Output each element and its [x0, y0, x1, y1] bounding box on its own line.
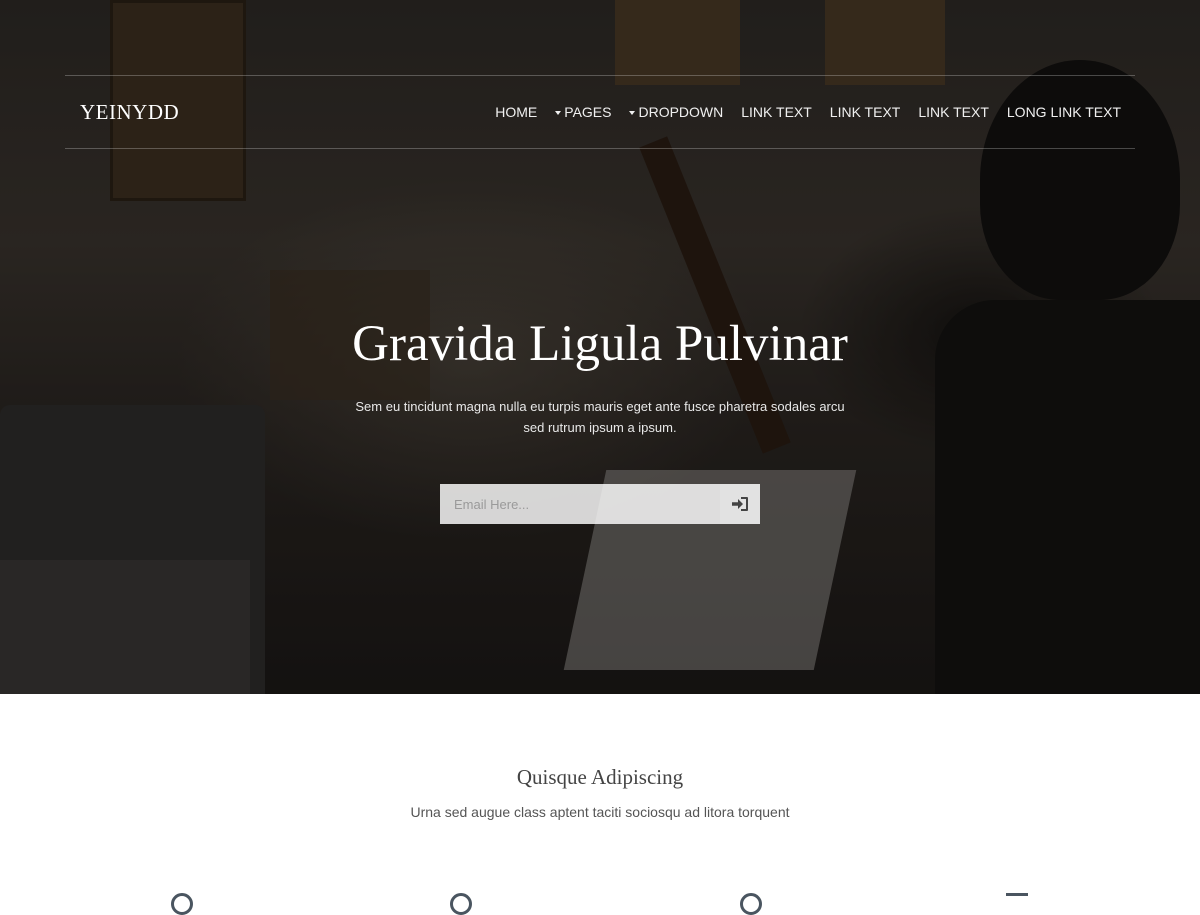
nav-label: LINK TEXT [741, 104, 812, 120]
nav-label: LINK TEXT [918, 104, 989, 120]
nav-long-link-text[interactable]: LONG LINK TEXT [1007, 104, 1121, 120]
nav-link-text-3[interactable]: LINK TEXT [918, 104, 989, 120]
nav-label: DROPDOWN [638, 104, 724, 120]
email-input[interactable] [440, 484, 720, 524]
nav-label: LONG LINK TEXT [1006, 104, 1121, 120]
nav-link-text-1[interactable]: LINK TEXT [741, 104, 812, 120]
nav-label: PAGES [564, 104, 612, 120]
hero-section: YEINYDD HOME PAGES DROPDOWN LINK TEXT LI… [0, 0, 1200, 694]
caret-down-icon [629, 110, 636, 115]
feature-circle-icon [450, 893, 472, 915]
nav-home[interactable]: HOME [495, 104, 537, 120]
nav-link-text-2[interactable]: LINK TEXT [830, 104, 901, 120]
section-subtitle: Urna sed augue class aptent taciti socio… [410, 804, 790, 820]
nav-dropdown[interactable]: DROPDOWN [629, 104, 723, 120]
nav-pages[interactable]: PAGES [555, 104, 611, 120]
feature-square-icon [1006, 893, 1028, 915]
hero-subtitle: Sem eu tincidunt magna nulla eu turpis m… [355, 399, 845, 435]
nav-label: LINK TEXT [829, 104, 901, 120]
brand-logo[interactable]: YEINYDD [80, 100, 179, 125]
caret-down-icon [555, 110, 562, 115]
section-title: Quisque Adipiscing [516, 765, 684, 789]
sign-in-icon [732, 497, 748, 511]
subscribe-form [440, 484, 760, 524]
navbar: YEINYDD HOME PAGES DROPDOWN LINK TEXT LI… [65, 75, 1135, 149]
feature-circle-icon [740, 893, 762, 915]
feature-circle-icon [171, 893, 193, 915]
subscribe-button[interactable] [720, 484, 760, 524]
nav-menu: HOME PAGES DROPDOWN LINK TEXT LINK TEXT … [477, 104, 1121, 120]
hero-title: Gravida Ligula Pulvinar [352, 316, 848, 372]
nav-label: HOME [495, 104, 538, 120]
